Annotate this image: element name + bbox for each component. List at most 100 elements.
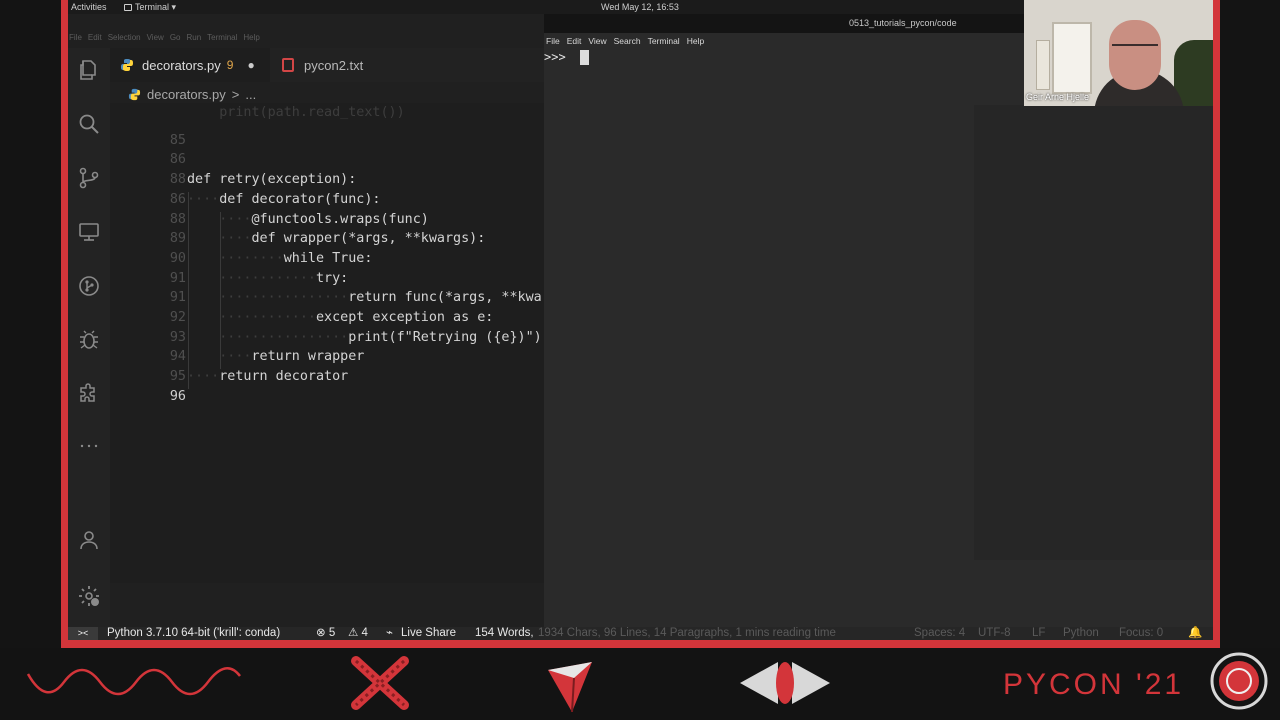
line-number: 88 [169, 211, 186, 227]
settings-gear-icon[interactable] [77, 584, 101, 608]
code-line[interactable]: ····def decorator(func): [187, 192, 381, 207]
git-graph-icon[interactable] [77, 274, 101, 298]
line-number: 88 [169, 172, 186, 188]
indentation[interactable]: Spaces: 4 [914, 627, 965, 640]
terminal-cursor [580, 50, 589, 65]
whitespace-dots: ················ [187, 290, 349, 306]
menu-terminal[interactable]: Terminal [207, 33, 237, 45]
menu-selection[interactable]: Selection [108, 33, 141, 45]
code-text: while True: [283, 250, 373, 266]
menu-edit[interactable]: Edit [88, 33, 102, 45]
code-text: return wrapper [251, 349, 365, 365]
terminal-menu-help[interactable]: Help [687, 36, 704, 46]
code-text: print(path.read_text()) [187, 105, 405, 120]
line-number: 91 [169, 270, 186, 286]
remote-explorer-icon[interactable] [77, 220, 101, 244]
terminal-menu-terminal[interactable]: Terminal [648, 36, 680, 46]
line-number: 91 [169, 290, 186, 306]
status-bar: >< Python 3.7.10 64-bit ('krill': conda)… [68, 627, 1213, 640]
line-number: 92 [169, 310, 186, 325]
editor-tabs: decorators.py 9 ● pycon2.txt [110, 48, 544, 82]
code-line[interactable]: print(path.read_text()) [187, 105, 405, 120]
code-line[interactable]: ················print(f"Retrying ({e})") [187, 330, 542, 345]
end-of-line[interactable]: LF [1032, 627, 1045, 640]
clock[interactable]: Wed May 12, 16:53 [601, 2, 679, 12]
menu-view[interactable]: View [147, 33, 164, 45]
menu-go[interactable]: Go [170, 33, 181, 45]
line-number: 95 [169, 369, 186, 385]
code-line[interactable]: ············try: [187, 271, 348, 286]
terminal-menu-view[interactable]: View [588, 36, 606, 46]
webcam-background-door [1052, 22, 1092, 94]
code-text: try: [316, 270, 349, 286]
bell-icon[interactable]: 🔔 [1188, 627, 1202, 640]
line-number: 86 [169, 152, 186, 168]
pycon-brand-text: PYCON '21 [1003, 668, 1185, 701]
python-prompt: >>> [544, 50, 566, 64]
account-icon[interactable] [77, 528, 101, 552]
terminal-menu-edit[interactable]: Edit [567, 36, 582, 46]
live-share-button[interactable]: Live Share [401, 627, 456, 640]
app-menu[interactable]: Terminal ▾ [124, 2, 176, 13]
breadcrumb-separator: > [231, 86, 240, 102]
menu-file[interactable]: File [69, 33, 82, 45]
code-text: def retry(exception): [187, 172, 357, 188]
code-line[interactable]: ····return wrapper [187, 349, 364, 364]
breadcrumb-file[interactable]: decorators.py [147, 87, 226, 102]
wave-logo-icon [26, 667, 241, 696]
code-line[interactable]: ········while True: [187, 251, 372, 266]
code-line[interactable]: ····return decorator [187, 369, 348, 384]
indent-guide [220, 211, 222, 370]
activities-button[interactable]: Activities [71, 2, 107, 12]
menu-run[interactable]: Run [186, 33, 201, 45]
whitespace-dots: ········ [187, 250, 284, 266]
tab-label: pycon2.txt [304, 57, 364, 73]
error-count[interactable]: ⊗ 5 [316, 627, 335, 640]
triangle-logo-icon [548, 662, 592, 713]
target-logo-icon [1210, 652, 1268, 710]
encoding[interactable]: UTF-8 [978, 627, 1011, 640]
speaker-name: Geir Arne Hjelle [1026, 92, 1090, 102]
search-icon[interactable] [77, 112, 101, 136]
code-line[interactable]: ················return func(*args, **kwa… [187, 290, 544, 305]
code-text: print(f"Retrying ({e})") [348, 329, 542, 345]
terminal-title: 0513_tutorials_pycon/code [849, 18, 957, 28]
breadcrumb: decorators.py > ... [128, 85, 256, 103]
word-count[interactable]: 154 Words, [475, 627, 534, 640]
code-line[interactable]: ····@functools.wraps(func) [187, 212, 429, 227]
code-text: return decorator [219, 369, 349, 385]
python-interpreter[interactable]: Python 3.7.10 64-bit ('krill': conda) [107, 627, 280, 640]
code-line[interactable]: ············except exception as e: [187, 310, 493, 325]
unsaved-dot-icon[interactable]: ● [247, 58, 254, 72]
source-control-icon[interactable] [77, 166, 101, 190]
webcam-overlay: Geir Arne Hjelle [1024, 0, 1213, 106]
live-share-icon[interactable]: ⌁ [386, 627, 393, 640]
menu-help[interactable]: Help [243, 33, 259, 45]
code-line[interactable]: def retry(exception): [187, 172, 356, 187]
line-number: 85 [169, 132, 186, 148]
document-stats: 1934 Chars, 96 Lines, 14 Paragraphs, 1 m… [538, 627, 836, 639]
language-mode[interactable]: Python [1063, 627, 1099, 640]
indent-guide [188, 191, 189, 389]
code-editor[interactable]: print(path.read_text()) 85 86 88 def retry(e… [110, 103, 544, 583]
remote-indicator-icon[interactable]: >< [68, 627, 98, 640]
extensions-icon[interactable] [77, 382, 101, 406]
terminal-menu-file[interactable]: File [546, 36, 560, 46]
tab-label: decorators.py [142, 57, 221, 73]
text-file-icon [282, 58, 294, 72]
cross-logo-icon [351, 656, 409, 710]
terminal-menu-search[interactable]: Search [614, 36, 641, 46]
breadcrumb-symbol[interactable]: ... [245, 87, 256, 102]
more-icon[interactable] [77, 434, 101, 458]
terminal-window[interactable]: 0513_tutorials_pycon/code File Edit View… [544, 14, 1213, 640]
webcam-background-window [1036, 40, 1050, 90]
tab-decorators-py[interactable]: decorators.py 9 ● [110, 48, 270, 82]
python-file-icon [128, 88, 141, 100]
explorer-icon[interactable] [77, 58, 101, 82]
warning-count[interactable]: ⚠ 4 [348, 627, 368, 640]
debug-icon[interactable] [77, 328, 101, 352]
tab-pycon2-txt[interactable]: pycon2.txt [270, 48, 410, 82]
vscode-menu-bar: File Edit Selection View Go Run Terminal… [68, 33, 260, 45]
focus-indicator[interactable]: Focus: 0 [1119, 627, 1163, 640]
code-line[interactable]: ····def wrapper(*args, **kwargs): [187, 231, 485, 246]
